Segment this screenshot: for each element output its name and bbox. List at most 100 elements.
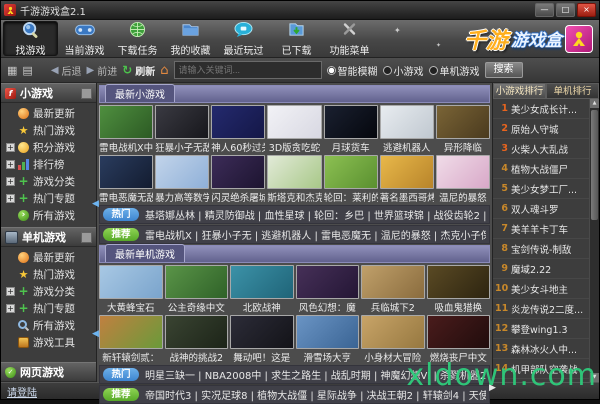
game-item[interactable]: 暴力高等数学	[155, 155, 209, 204]
sidebar-item[interactable]: ++热门专题	[1, 190, 96, 207]
sidebar-item[interactable]: ++游戏分类	[1, 173, 96, 190]
rank-item[interactable]: 5美少女梦工厂...	[493, 179, 589, 199]
sidebar-item[interactable]: ++热门专题	[1, 300, 96, 317]
expander-icon[interactable]: +	[6, 304, 15, 313]
game-thumbnail[interactable]	[211, 105, 265, 139]
game-thumbnail[interactable]	[155, 155, 209, 189]
game-thumbnail[interactable]	[380, 105, 434, 139]
recommend-badge[interactable]: 推荐	[103, 388, 139, 401]
rank-game-name[interactable]: 魔域2.22	[511, 262, 551, 276]
rank-game-name[interactable]: 美少女成长计...	[511, 102, 577, 116]
game-item[interactable]: 闪灵绝杀屠城	[211, 155, 265, 204]
collapse-icon[interactable]	[81, 232, 92, 243]
rank-game-name[interactable]: 森林冰火人中...	[511, 342, 577, 356]
sidebar-item[interactable]: ++游戏分类	[1, 283, 96, 300]
game-thumbnail[interactable]	[361, 265, 425, 299]
hot-badge[interactable]: 热门	[103, 368, 139, 381]
rank-game-name[interactable]: 宝剑传说-制敌	[511, 242, 571, 256]
rank-game-name[interactable]: 炎龙传说2二度...	[511, 302, 583, 316]
sidebar-collapse-arrow-icon[interactable]: ◀	[92, 199, 99, 209]
game-thumbnail[interactable]	[427, 315, 491, 349]
thumbnail-view-icon[interactable]: ▦	[7, 64, 17, 77]
back-button[interactable]: ◀ 后退	[51, 63, 82, 78]
game-thumbnail[interactable]	[380, 155, 434, 189]
sidebar-item[interactable]: ★热门游戏	[1, 122, 96, 139]
game-thumbnail[interactable]	[99, 155, 153, 189]
rank-item[interactable]: 10美少女斗地主	[493, 279, 589, 299]
rank-item[interactable]: 6双人魂斗罗	[493, 199, 589, 219]
rank-item[interactable]: 9魔域2.22	[493, 259, 589, 279]
section-header-pc-games[interactable]: 单机游戏	[1, 227, 96, 247]
game-item[interactable]: 雷电战机X中	[99, 105, 153, 154]
scrollbar-thumb[interactable]	[591, 110, 598, 220]
tab-flash-ranking[interactable]: 小游戏排行	[493, 83, 546, 99]
rank-game-name[interactable]: 美羊羊卡丁车	[511, 222, 568, 236]
game-item[interactable]: 风色幻想：魔	[296, 265, 360, 314]
rank-item[interactable]: 13森林冰火人中...	[493, 339, 589, 359]
ranking-scrollbar[interactable]: ▲ ▼	[589, 99, 599, 382]
toolbar-current-games-button[interactable]: 当前游戏	[58, 21, 111, 56]
search-mode-pc[interactable]: 单机游戏	[429, 63, 480, 78]
search-button[interactable]: 搜索	[485, 62, 523, 78]
game-item[interactable]: 燃烧丧尸中文	[427, 315, 491, 364]
ticker-links[interactable]: 基塔娜丛林 | 精灵防御战 | 血性星球 | 轮回：乡巴 | 世界篮球锦 | 战…	[145, 207, 486, 222]
game-thumbnail[interactable]	[165, 315, 229, 349]
toolbar-download-tasks-button[interactable]: 下载任务	[111, 21, 164, 56]
section-header-web-games[interactable]: ✓ 网页游戏	[1, 362, 96, 382]
tab-pc-ranking[interactable]: 单机排行	[546, 83, 599, 99]
search-mode-smart[interactable]: 智能模糊	[327, 63, 378, 78]
game-item[interactable]: 北欧战神	[230, 265, 294, 314]
game-thumbnail[interactable]	[436, 105, 490, 139]
minimize-button[interactable]: —	[535, 3, 554, 17]
rank-item[interactable]: 8宝剑传说-制敌	[493, 239, 589, 259]
close-button[interactable]: ×	[577, 3, 596, 17]
game-item[interactable]: 新轩辕剑贰：	[99, 315, 163, 364]
game-item[interactable]: 异形降临	[436, 105, 490, 154]
collapse-icon[interactable]	[81, 88, 92, 99]
game-item[interactable]: 狂暴小子无敌	[155, 105, 209, 154]
game-item[interactable]: 逃避机器人	[380, 105, 434, 154]
game-thumbnail[interactable]	[436, 155, 490, 189]
game-thumbnail[interactable]	[230, 265, 294, 299]
game-thumbnail[interactable]	[230, 315, 294, 349]
sidebar-item[interactable]: +积分游戏	[1, 139, 96, 156]
rank-item[interactable]: 11炎龙传说2二度...	[493, 299, 589, 319]
rank-game-name[interactable]: 植物大战僵尸	[511, 162, 568, 176]
game-item[interactable]: 轮回：莱利的	[324, 155, 378, 204]
login-link[interactable]: 请登陆	[7, 384, 37, 399]
game-thumbnail[interactable]	[324, 155, 378, 189]
game-thumbnail[interactable]	[296, 265, 360, 299]
game-item[interactable]: 神人60秒过关	[211, 105, 265, 154]
game-thumbnail[interactable]	[155, 105, 209, 139]
rank-item[interactable]: 1美少女成长计...	[493, 99, 589, 119]
toolbar-function-menu-button[interactable]: 功能菜单	[323, 21, 376, 56]
expander-icon[interactable]: +	[6, 194, 15, 203]
ticker-links[interactable]: 雷电战机X | 狂暴小子无 | 逃避机器人 | 雷电恶魔无 | 温尼的暴怒 | …	[145, 227, 486, 242]
expander-icon[interactable]: +	[6, 160, 15, 169]
tab-latest-pc-games[interactable]: 最新单机游戏	[105, 244, 185, 262]
rank-game-name[interactable]: 双人魂斗罗	[511, 202, 559, 216]
game-item[interactable]: 著名墨西哥烤	[380, 155, 434, 204]
rank-item[interactable]: 3火柴人大乱战	[493, 139, 589, 159]
game-item[interactable]: 雷电恶魔无敌	[99, 155, 153, 204]
refresh-button[interactable]: ↻ 刷新	[122, 63, 155, 78]
rank-item[interactable]: 2原始人守城	[493, 119, 589, 139]
game-thumbnail[interactable]	[99, 105, 153, 139]
game-thumbnail[interactable]	[296, 315, 360, 349]
game-thumbnail[interactable]	[267, 105, 321, 139]
sidebar-item[interactable]: 最新更新	[1, 249, 96, 266]
scroll-up-icon[interactable]: ▲	[590, 99, 599, 108]
game-item[interactable]: 兵临城下2	[361, 265, 425, 314]
sidebar-item[interactable]: 所有游戏	[1, 317, 96, 334]
toolbar-downloaded-button[interactable]: 已下载	[270, 21, 323, 56]
toolbar-favorites-button[interactable]: 我的收藏	[164, 21, 217, 56]
rank-game-name[interactable]: 美少女梦工厂...	[511, 182, 577, 196]
rank-game-name[interactable]: 火柴人大乱战	[511, 142, 568, 156]
section-header-flash-games[interactable]: f 小游戏	[1, 83, 96, 103]
rank-item[interactable]: 12攀登wing1.3	[493, 319, 589, 339]
game-thumbnail[interactable]	[427, 265, 491, 299]
game-item[interactable]: 舞动吧！这是	[230, 315, 294, 364]
rank-game-name[interactable]: 攀登wing1.3	[511, 322, 568, 336]
search-mode-flash[interactable]: 小游戏	[383, 63, 424, 78]
game-item[interactable]: 斯塔克和杰克	[267, 155, 321, 204]
